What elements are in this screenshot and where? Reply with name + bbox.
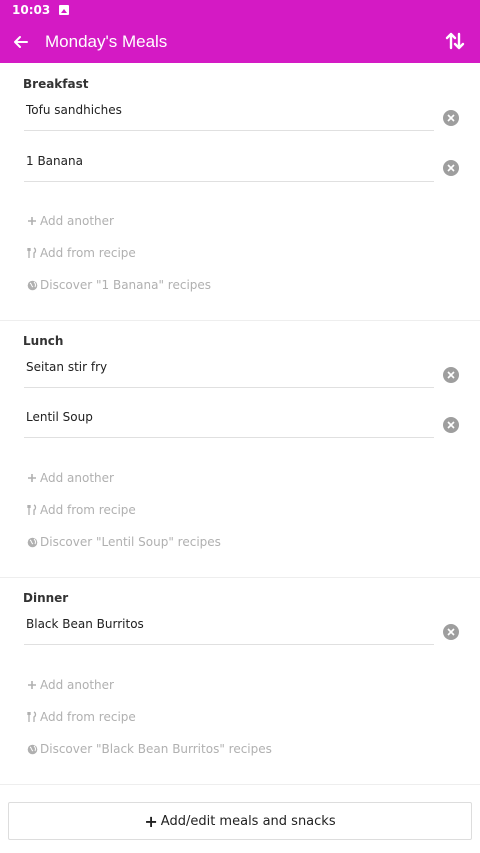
fork-knife-icon [26, 711, 38, 723]
discover-recipes-label: Discover "Lentil Soup" recipes [40, 535, 221, 549]
fork-knife-icon [26, 247, 38, 259]
meal-list: Breakfast Tofu sandhiches 1 Banana Add a… [0, 63, 480, 785]
section-title: Dinner [23, 591, 69, 605]
add-another-label: Add another [40, 471, 114, 485]
discover-recipes-label: Discover "Black Bean Burritos" recipes [40, 742, 272, 756]
meal-item-text: Lentil Soup [26, 410, 93, 424]
meal-item-input[interactable]: Seitan stir fry [24, 348, 434, 388]
add-another-link[interactable]: Add another [26, 471, 114, 485]
close-circle-icon [447, 371, 455, 379]
add-edit-meals-button[interactable]: + Add/edit meals and snacks [8, 802, 472, 840]
clear-item-button[interactable] [443, 417, 459, 433]
discover-recipes-link[interactable]: Discover "Lentil Soup" recipes [26, 535, 221, 549]
status-time: 10:03 [12, 3, 51, 17]
clear-item-button[interactable] [443, 624, 459, 640]
plus-icon [26, 215, 38, 227]
add-from-recipe-link[interactable]: Add from recipe [26, 503, 136, 517]
fork-knife-icon [26, 504, 38, 516]
add-from-recipe-label: Add from recipe [40, 710, 136, 724]
back-button[interactable] [0, 20, 40, 63]
clear-item-button[interactable] [443, 367, 459, 383]
meal-item-input[interactable]: Tofu sandhiches [24, 91, 434, 131]
section-title: Breakfast [23, 77, 89, 91]
sort-arrows-icon [445, 32, 465, 50]
meal-item-text: 1 Banana [26, 154, 83, 168]
section-dinner: Dinner Black Bean Burritos Add another A… [0, 578, 480, 785]
status-bar: 10:03 [0, 0, 480, 20]
meal-item-text: Seitan stir fry [26, 360, 108, 374]
add-another-link[interactable]: Add another [26, 214, 114, 228]
clear-item-button[interactable] [443, 160, 459, 176]
input-underline [24, 181, 434, 182]
add-edit-meals-label: Add/edit meals and snacks [160, 813, 336, 829]
section-title: Lunch [23, 334, 64, 348]
close-circle-icon [447, 421, 455, 429]
image-icon [59, 5, 70, 15]
input-underline [24, 437, 434, 438]
add-from-recipe-link[interactable]: Add from recipe [26, 710, 136, 724]
meal-item-input[interactable]: Lentil Soup [24, 398, 434, 438]
add-from-recipe-link[interactable]: Add from recipe [26, 246, 136, 260]
discover-recipes-link[interactable]: Discover "Black Bean Burritos" recipes [26, 742, 272, 756]
meal-item-text: Black Bean Burritos [26, 617, 144, 631]
clear-item-button[interactable] [443, 110, 459, 126]
discover-recipes-link[interactable]: Discover "1 Banana" recipes [26, 278, 211, 292]
close-circle-icon [447, 114, 455, 122]
app-bar: Monday's Meals [0, 20, 480, 63]
discover-recipes-label: Discover "1 Banana" recipes [40, 278, 212, 292]
sort-button[interactable] [440, 26, 470, 56]
plus-icon [26, 472, 38, 484]
arrow-left-icon [14, 35, 28, 48]
input-underline [24, 130, 434, 131]
add-another-label: Add another [40, 678, 114, 692]
input-underline [24, 644, 434, 645]
close-circle-icon [447, 164, 455, 172]
add-from-recipe-label: Add from recipe [40, 246, 136, 260]
section-lunch: Lunch Seitan stir fry Lentil Soup Add an… [0, 321, 480, 578]
meal-item-input[interactable]: Black Bean Burritos [24, 605, 434, 645]
add-another-label: Add another [40, 214, 114, 228]
globe-icon [26, 536, 38, 548]
globe-icon [26, 279, 38, 291]
plus-icon: + [144, 811, 158, 831]
meal-item-text: Tofu sandhiches [26, 103, 122, 117]
section-breakfast: Breakfast Tofu sandhiches 1 Banana Add a… [0, 63, 480, 321]
input-underline [24, 387, 434, 388]
plus-icon [26, 679, 38, 691]
meal-item-input[interactable]: 1 Banana [24, 142, 434, 182]
page-title: Monday's Meals [45, 31, 168, 51]
add-from-recipe-label: Add from recipe [40, 503, 136, 517]
close-circle-icon [447, 628, 455, 636]
globe-icon [26, 743, 38, 755]
add-another-link[interactable]: Add another [26, 678, 114, 692]
